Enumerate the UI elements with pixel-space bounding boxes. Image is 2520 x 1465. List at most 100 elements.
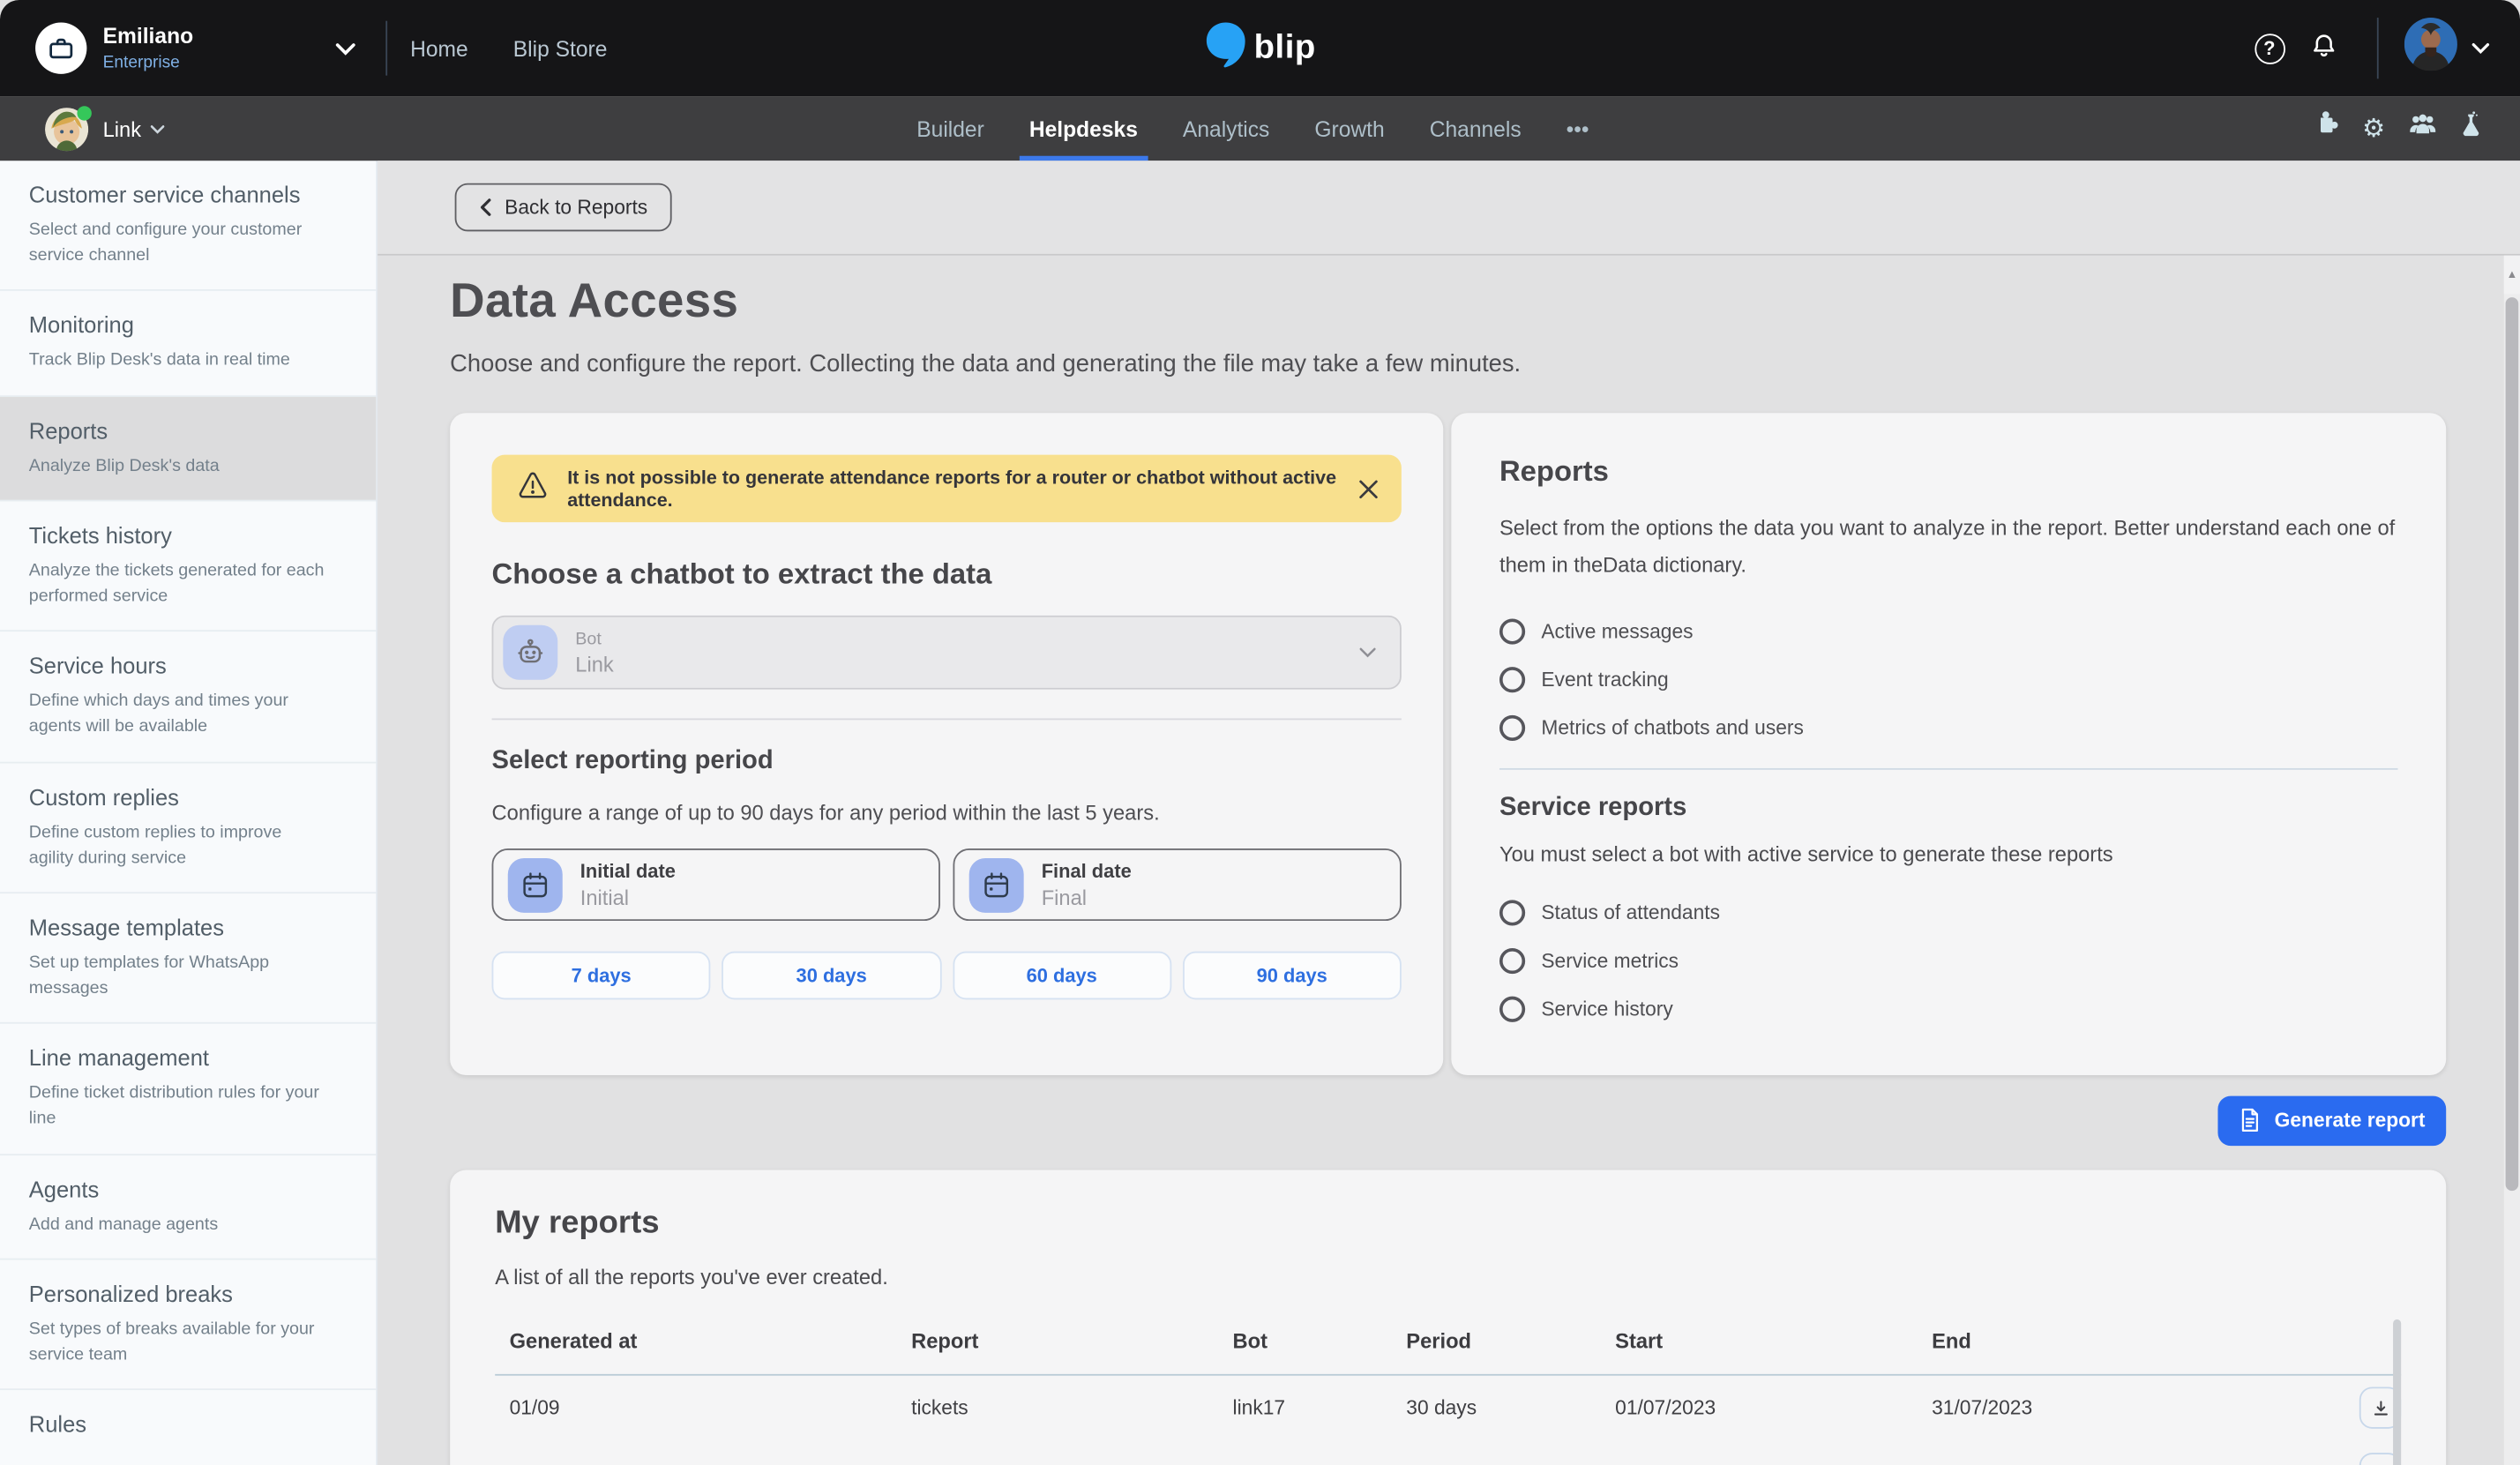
nav-home[interactable]: Home xyxy=(410,36,468,60)
sidebar-item-title: Tickets history xyxy=(29,522,328,548)
initial-date-input[interactable]: Initial date Initial xyxy=(492,848,940,921)
sidebar-item-title: Personalized breaks xyxy=(29,1281,328,1306)
tab-builder[interactable]: Builder xyxy=(894,96,1007,161)
radio-status-of-attendants[interactable]: Status of attendants xyxy=(1499,888,2398,937)
sidebar-item-title: Customer service channels xyxy=(29,182,328,207)
sidebar-item-line-management[interactable]: Line management Define ticket distributi… xyxy=(0,1024,376,1155)
document-icon xyxy=(2240,1107,2262,1132)
sidebar-item-reports[interactable]: Reports Analyze Blip Desk's data xyxy=(0,396,376,501)
cell-generated-at: 01/09 xyxy=(510,1396,912,1419)
final-date-label: Final date xyxy=(1042,860,1132,883)
team-button[interactable] xyxy=(2398,104,2447,153)
range-60-days-button[interactable]: 60 days xyxy=(953,952,1171,1000)
bot-name: Link xyxy=(103,116,141,140)
extensions-button[interactable] xyxy=(2301,104,2350,153)
warning-close-button[interactable] xyxy=(1358,478,1380,499)
sidebar-item-desc: Define custom replies to improve agility… xyxy=(29,818,328,871)
reports-table: Generated at Report Bot Period Start End… xyxy=(495,1328,2401,1465)
cell-report: tickets xyxy=(911,1396,1232,1419)
warning-banner: It is not possible to generate attendanc… xyxy=(492,455,1402,523)
bot-switcher[interactable]: Link xyxy=(45,107,165,150)
sidebar-item-agents[interactable]: Agents Add and manage agents xyxy=(0,1155,376,1259)
final-date-input[interactable]: Final date Final xyxy=(953,848,1401,921)
scrollbar-thumb[interactable] xyxy=(2506,297,2519,1191)
radio-label: Active messages xyxy=(1541,619,1693,642)
sidebar-item-monitoring[interactable]: Monitoring Track Blip Desk's data in rea… xyxy=(0,291,376,396)
radio-label: Event tracking xyxy=(1541,668,1668,691)
cards-row: It is not possible to generate attendanc… xyxy=(450,413,2446,1074)
range-7-days-button[interactable]: 7 days xyxy=(492,952,711,1000)
radio-label: Service history xyxy=(1541,998,1672,1020)
tab-channels[interactable]: Channels xyxy=(1407,96,1544,161)
sidebar-item-tickets-history[interactable]: Tickets history Analyze the tickets gene… xyxy=(0,501,376,632)
sidebar-item-title: Line management xyxy=(29,1045,328,1071)
service-reports-heading: Service reports xyxy=(1499,793,2398,822)
cell-actions xyxy=(2338,1453,2401,1465)
radio-icon xyxy=(1499,947,1525,973)
table-scrollbar[interactable] xyxy=(2393,1319,2401,1465)
radio-metrics-of-chatbots-and-users[interactable]: Metrics of chatbots and users xyxy=(1499,703,2398,751)
navbar-icons: ⚙ xyxy=(2301,104,2494,153)
sidebar-item-title: Service hours xyxy=(29,653,328,678)
calendar-icon xyxy=(508,857,563,912)
tab-helpdesks[interactable]: Helpdesks xyxy=(1006,96,1160,161)
radio-label: Service metrics xyxy=(1541,949,1679,972)
radio-active-messages[interactable]: Active messages xyxy=(1499,607,2398,655)
section-divider xyxy=(1499,767,2398,769)
sidebar-item-desc: Analyze the tickets generated for each p… xyxy=(29,557,328,609)
initial-date-texts: Initial date Initial xyxy=(580,860,676,909)
range-30-days-button[interactable]: 30 days xyxy=(722,952,941,1000)
flask-icon xyxy=(2458,111,2482,146)
radio-icon xyxy=(1499,618,1525,644)
back-to-reports-button[interactable]: Back to Reports xyxy=(455,183,672,232)
sidebar-item-custom-replies[interactable]: Custom replies Define custom replies to … xyxy=(0,763,376,893)
table-header-row: Generated at Report Bot Period Start End xyxy=(495,1328,2401,1375)
user-avatar xyxy=(2404,18,2457,78)
cell-start: 01/07/2023 xyxy=(1615,1396,1932,1419)
scrollbar-up-button[interactable]: ▲ xyxy=(2504,256,2520,295)
chevron-down-icon xyxy=(1358,646,1378,659)
page-scrollbar[interactable]: ▲ xyxy=(2504,256,2520,1465)
range-90-days-button[interactable]: 90 days xyxy=(1183,952,1402,1000)
labs-button[interactable] xyxy=(2446,104,2494,153)
generate-report-label: Generate report xyxy=(2275,1109,2426,1132)
sidebar-item-personalized-breaks[interactable]: Personalized breaks Set types of breaks … xyxy=(0,1259,376,1390)
sidebar-item-title: Agents xyxy=(29,1176,328,1201)
page-title: Data Access xyxy=(450,275,2446,330)
radio-service-metrics[interactable]: Service metrics xyxy=(1499,936,2398,984)
back-strip: Back to Reports xyxy=(378,161,2520,256)
notifications-button[interactable] xyxy=(2297,21,2352,76)
radio-service-history[interactable]: Service history xyxy=(1499,984,2398,1033)
org-switcher[interactable]: Emiliano Enterprise xyxy=(35,23,357,74)
radio-icon xyxy=(1499,996,1525,1021)
radio-event-tracking[interactable]: Event tracking xyxy=(1499,654,2398,703)
service-report-options: Status of attendants Service metrics Ser… xyxy=(1499,888,2398,1033)
page-subtitle: Choose and configure the report. Collect… xyxy=(450,350,2446,377)
top-bar: Emiliano Enterprise Home Blip Store blip… xyxy=(0,0,2520,96)
radio-label: Metrics of chatbots and users xyxy=(1541,716,1804,739)
period-section-desc: Configure a range of up to 90 days for a… xyxy=(492,800,1402,824)
nav-blip-store[interactable]: Blip Store xyxy=(513,36,608,60)
period-section-heading: Select reporting period xyxy=(492,747,1402,776)
chatbot-section-heading: Choose a chatbot to extract the data xyxy=(492,557,1402,591)
reports-desc: Select from the options the data you wan… xyxy=(1499,511,2398,584)
reports-heading: Reports xyxy=(1499,455,2398,489)
date-range-inputs: Initial date Initial Final date xyxy=(492,848,1402,921)
help-button[interactable]: ? xyxy=(2242,21,2297,76)
generate-report-button[interactable]: Generate report xyxy=(2218,1095,2446,1145)
sidebar-item-service-hours[interactable]: Service hours Define which days and time… xyxy=(0,632,376,762)
sidebar-item-message-templates[interactable]: Message templates Set up templates for W… xyxy=(0,893,376,1024)
account-menu[interactable] xyxy=(2404,18,2491,78)
sidebar-item-rules[interactable]: Rules xyxy=(0,1390,376,1465)
content-scroll-area[interactable]: Data Access Choose and configure the rep… xyxy=(378,256,2520,1465)
settings-button[interactable]: ⚙ xyxy=(2350,104,2398,153)
tab-growth[interactable]: Growth xyxy=(1292,96,1407,161)
topbar-divider-2 xyxy=(2377,18,2379,78)
tab-analytics[interactable]: Analytics xyxy=(1160,96,1291,161)
cell-bot: link17 xyxy=(1233,1396,1407,1419)
bot-select[interactable]: Bot Link xyxy=(492,616,1402,690)
bell-icon xyxy=(2307,30,2339,67)
tab-more[interactable]: ••• xyxy=(1544,96,1611,161)
service-reports-desc: You must select a bot with active servic… xyxy=(1499,841,2398,865)
sidebar-item-customer-service-channels[interactable]: Customer service channels Select and con… xyxy=(0,161,376,291)
